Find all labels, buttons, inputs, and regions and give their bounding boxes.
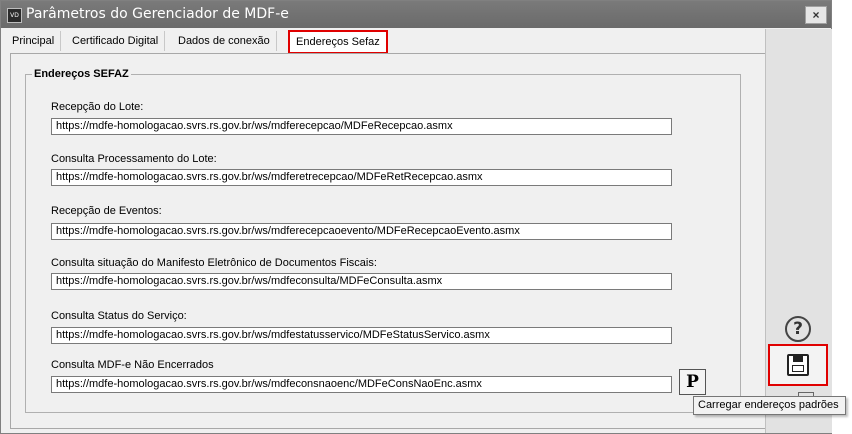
- field-label-consulta-processamento: Consulta Processamento do Lote:: [51, 153, 217, 165]
- parameters-window: VD Parâmetros do Gerenciador de MDF-e × …: [0, 0, 832, 434]
- field-label-consulta-nao-encerrados: Consulta MDF-e Não Encerrados: [51, 359, 214, 371]
- help-icon[interactable]: ?: [785, 316, 811, 342]
- tooltip: Carregar endereços padrões: [693, 396, 846, 415]
- save-icon-shutter: [793, 356, 803, 362]
- tab-strip: Principal Certificado Digital Dados de c…: [3, 29, 765, 54]
- tab-dados-de-conexao[interactable]: Dados de conexão: [172, 31, 277, 51]
- window-title: Parâmetros do Gerenciador de MDF-e: [26, 6, 289, 22]
- save-icon-label: [792, 365, 804, 372]
- input-consulta-situacao[interactable]: https://mdfe-homologacao.svrs.rs.gov.br/…: [51, 273, 672, 290]
- app-icon: VD: [7, 8, 22, 23]
- save-icon: [787, 354, 809, 376]
- input-consulta-status[interactable]: https://mdfe-homologacao.svrs.rs.gov.br/…: [51, 327, 672, 344]
- input-consulta-nao-encerrados[interactable]: https://mdfe-homologacao.svrs.rs.gov.br/…: [51, 376, 672, 393]
- tab-enderecos-sefaz[interactable]: Endereços Sefaz: [288, 30, 388, 54]
- group-title: Endereços SEFAZ: [32, 68, 131, 80]
- load-default-addresses-button[interactable]: P: [679, 369, 706, 395]
- input-consulta-processamento[interactable]: https://mdfe-homologacao.svrs.rs.gov.br/…: [51, 169, 672, 186]
- tab-principal[interactable]: Principal: [6, 31, 62, 51]
- field-label-recepcao-lote: Recepção do Lote:: [51, 101, 144, 113]
- tab-content-panel: Endereços SEFAZ Recepção do Lote: https:…: [10, 53, 769, 429]
- input-recepcao-eventos[interactable]: https://mdfe-homologacao.svrs.rs.gov.br/…: [51, 223, 672, 240]
- save-button[interactable]: [768, 344, 828, 386]
- field-label-consulta-status: Consulta Status do Serviço:: [51, 310, 187, 322]
- field-label-consulta-situacao: Consulta situação do Manifesto Eletrônic…: [51, 257, 377, 269]
- title-bar: VD Parâmetros do Gerenciador de MDF-e ×: [1, 1, 831, 28]
- field-label-recepcao-eventos: Recepção de Eventos:: [51, 205, 162, 217]
- tab-certificado-digital[interactable]: Certificado Digital: [66, 31, 166, 51]
- input-recepcao-lote[interactable]: https://mdfe-homologacao.svrs.rs.gov.br/…: [51, 118, 672, 135]
- close-button[interactable]: ×: [805, 6, 827, 24]
